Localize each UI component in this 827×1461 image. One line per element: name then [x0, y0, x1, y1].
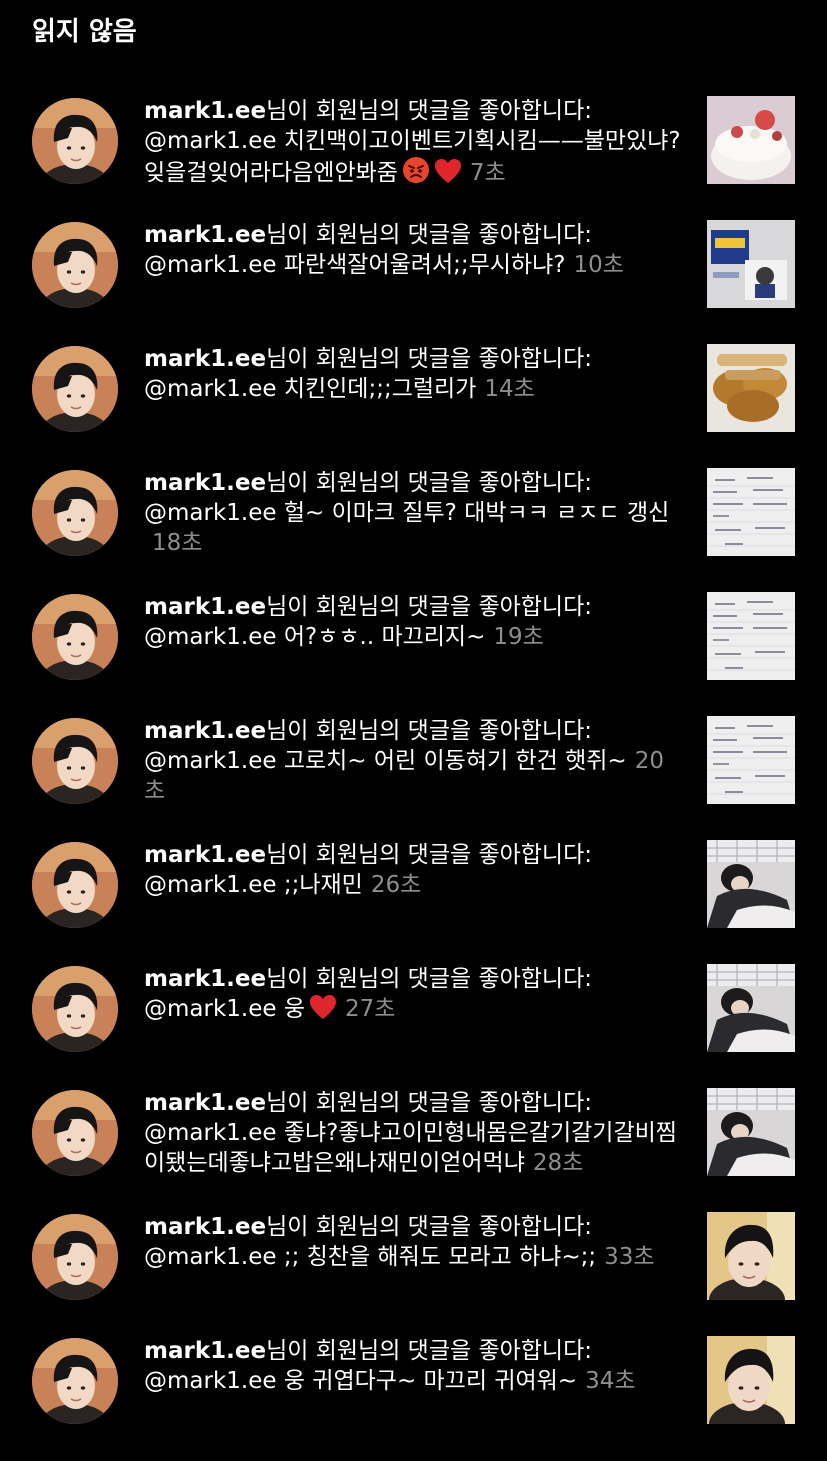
notification-text: mark1.ee님이 회원님의 댓글을 좋아합니다: @mark1.ee 파란색…: [144, 220, 684, 280]
notification-text: mark1.ee님이 회원님의 댓글을 좋아합니다: @mark1.ee 고로치…: [144, 716, 684, 806]
user-avatar[interactable]: [32, 346, 118, 432]
username[interactable]: mark1.ee: [144, 1214, 266, 1240]
post-thumbnail[interactable]: [707, 220, 795, 308]
timestamp: 7초: [469, 160, 506, 186]
notification-row[interactable]: mark1.ee님이 회원님의 댓글을 좋아합니다: @mark1.ee 파란색…: [0, 220, 827, 344]
action-text: 님이 회원님의 댓글을 좋아합니다:: [266, 594, 593, 620]
comment-text: @mark1.ee 파란색잘어울려서;;무시하냐?: [144, 252, 566, 278]
username[interactable]: mark1.ee: [144, 1338, 266, 1364]
action-text: 님이 회원님의 댓글을 좋아합니다:: [266, 222, 593, 248]
comment-text: @mark1.ee ;;나재민: [144, 872, 363, 898]
red-heart-emoji-icon: [434, 158, 462, 192]
comment-text: @mark1.ee 웅: [144, 996, 305, 1022]
username[interactable]: mark1.ee: [144, 470, 266, 496]
action-text: 님이 회원님의 댓글을 좋아합니다:: [266, 1338, 593, 1364]
post-thumbnail[interactable]: [707, 716, 795, 804]
action-text: 님이 회원님의 댓글을 좋아합니다:: [266, 718, 593, 744]
notification-row[interactable]: mark1.ee님이 회원님의 댓글을 좋아합니다: @mark1.ee 어?ㅎ…: [0, 592, 827, 716]
notification-row[interactable]: mark1.ee님이 회원님의 댓글을 좋아합니다: @mark1.ee ;;나…: [0, 840, 827, 964]
action-text: 님이 회원님의 댓글을 좋아합니다:: [266, 470, 593, 496]
user-avatar[interactable]: [32, 966, 118, 1052]
comment-text: @mark1.ee 웅 귀엽다구~ 마끄리 귀여워~: [144, 1368, 578, 1394]
action-text: 님이 회원님의 댓글을 좋아합니다:: [266, 1214, 593, 1240]
timestamp: 28초: [532, 1150, 584, 1176]
username[interactable]: mark1.ee: [144, 98, 266, 124]
comment-text: @mark1.ee 좋냐?좋냐고이민형내몸은갈기갈기갈비찜이됐는데좋냐고밥은왜나…: [144, 1120, 677, 1176]
username[interactable]: mark1.ee: [144, 222, 266, 248]
post-thumbnail[interactable]: [707, 344, 795, 432]
post-thumbnail[interactable]: [707, 1212, 795, 1300]
user-avatar[interactable]: [32, 98, 118, 184]
user-avatar[interactable]: [32, 594, 118, 680]
comment-text: @mark1.ee 헐~ 이마크 질투? 대박ㅋㅋ ㄹㅈㄷ 갱신: [144, 500, 670, 526]
notification-text: mark1.ee님이 회원님의 댓글을 좋아합니다: @mark1.ee 좋냐?…: [144, 1088, 684, 1178]
comment-text: @mark1.ee 어?ㅎㅎ.. 마끄리지~: [144, 624, 486, 650]
user-avatar[interactable]: [32, 222, 118, 308]
post-thumbnail[interactable]: [707, 1336, 795, 1424]
timestamp: 27초: [345, 996, 396, 1022]
notification-text: mark1.ee님이 회원님의 댓글을 좋아합니다: @mark1.ee 헐~ …: [144, 468, 684, 558]
username[interactable]: mark1.ee: [144, 718, 266, 744]
user-avatar[interactable]: [32, 1090, 118, 1176]
notification-row[interactable]: mark1.ee님이 회원님의 댓글을 좋아합니다: @mark1.ee 치킨맥…: [0, 96, 827, 220]
red-heart-emoji-icon: [309, 994, 337, 1028]
notification-list: mark1.ee님이 회원님의 댓글을 좋아합니다: @mark1.ee 치킨맥…: [0, 96, 827, 1460]
notification-row[interactable]: mark1.ee님이 회원님의 댓글을 좋아합니다: @mark1.ee 고로치…: [0, 716, 827, 840]
username[interactable]: mark1.ee: [144, 842, 266, 868]
post-thumbnail[interactable]: [707, 592, 795, 680]
notification-text: mark1.ee님이 회원님의 댓글을 좋아합니다: @mark1.ee 치킨맥…: [144, 96, 684, 192]
notification-row[interactable]: mark1.ee님이 회원님의 댓글을 좋아합니다: @mark1.ee 좋냐?…: [0, 1088, 827, 1212]
emoji-group: [305, 995, 337, 1022]
timestamp: 18초: [152, 530, 203, 556]
notification-row[interactable]: mark1.ee님이 회원님의 댓글을 좋아합니다: @mark1.ee 헐~ …: [0, 468, 827, 592]
post-thumbnail[interactable]: [707, 96, 795, 184]
angry-face-emoji-icon: [402, 156, 430, 192]
notification-row[interactable]: mark1.ee님이 회원님의 댓글을 좋아합니다: @mark1.ee 치킨인…: [0, 344, 827, 468]
notification-text: mark1.ee님이 회원님의 댓글을 좋아합니다: @mark1.ee 웅 귀…: [144, 1336, 684, 1396]
post-thumbnail[interactable]: [707, 840, 795, 928]
post-thumbnail[interactable]: [707, 964, 795, 1052]
notification-text: mark1.ee님이 회원님의 댓글을 좋아합니다: @mark1.ee ;;나…: [144, 840, 684, 900]
notification-text: mark1.ee님이 회원님의 댓글을 좋아합니다: @mark1.ee 치킨인…: [144, 344, 684, 404]
action-text: 님이 회원님의 댓글을 좋아합니다:: [266, 842, 593, 868]
action-text: 님이 회원님의 댓글을 좋아합니다:: [266, 966, 593, 992]
timestamp: 34초: [585, 1368, 636, 1394]
user-avatar[interactable]: [32, 842, 118, 928]
user-avatar[interactable]: [32, 470, 118, 556]
comment-text: @mark1.ee ;; 칭찬을 해줘도 모라고 하냐~;;: [144, 1244, 597, 1270]
username[interactable]: mark1.ee: [144, 1090, 266, 1116]
notification-row[interactable]: mark1.ee님이 회원님의 댓글을 좋아합니다: @mark1.ee ;; …: [0, 1212, 827, 1336]
post-thumbnail[interactable]: [707, 468, 795, 556]
timestamp: 33초: [604, 1244, 655, 1270]
notification-row[interactable]: mark1.ee님이 회원님의 댓글을 좋아합니다: @mark1.ee 웅 귀…: [0, 1336, 827, 1460]
timestamp: 10초: [573, 252, 624, 278]
comment-text: @mark1.ee 고로치~ 어린 이동혀기 한건 햇쥐~: [144, 748, 627, 774]
action-text: 님이 회원님의 댓글을 좋아합니다:: [266, 1090, 593, 1116]
action-text: 님이 회원님의 댓글을 좋아합니다:: [266, 98, 593, 124]
notification-text: mark1.ee님이 회원님의 댓글을 좋아합니다: @mark1.ee 웅 27…: [144, 964, 684, 1028]
comment-text: @mark1.ee 치킨인데;;;그럴리가: [144, 376, 477, 402]
user-avatar[interactable]: [32, 1338, 118, 1424]
username[interactable]: mark1.ee: [144, 346, 266, 372]
notification-row[interactable]: mark1.ee님이 회원님의 댓글을 좋아합니다: @mark1.ee 웅 27…: [0, 964, 827, 1088]
timestamp: 19초: [493, 624, 544, 650]
timestamp: 14초: [484, 376, 535, 402]
timestamp: 26초: [370, 872, 422, 898]
user-avatar[interactable]: [32, 1214, 118, 1300]
post-thumbnail[interactable]: [707, 1088, 795, 1176]
username[interactable]: mark1.ee: [144, 594, 266, 620]
section-title-unread: 읽지 않음: [32, 17, 137, 47]
notification-text: mark1.ee님이 회원님의 댓글을 좋아합니다: @mark1.ee 어?ㅎ…: [144, 592, 684, 652]
action-text: 님이 회원님의 댓글을 좋아합니다:: [266, 346, 593, 372]
username[interactable]: mark1.ee: [144, 966, 266, 992]
user-avatar[interactable]: [32, 718, 118, 804]
emoji-group: [398, 157, 462, 186]
notification-text: mark1.ee님이 회원님의 댓글을 좋아합니다: @mark1.ee ;; …: [144, 1212, 684, 1272]
